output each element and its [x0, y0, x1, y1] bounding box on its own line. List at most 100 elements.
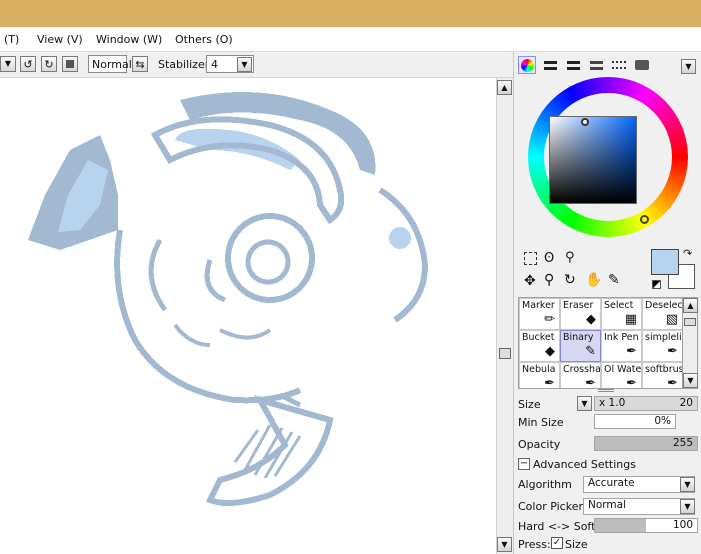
tool-grid-scrollbar[interactable]: ▲ ▼	[682, 297, 698, 389]
magic-wand-icon[interactable]: ⚲	[565, 250, 575, 265]
tool-deselect[interactable]: Deselect ▧	[642, 298, 683, 330]
size-multiplier: x 1.0	[599, 397, 626, 409]
softbrush-icon: ✒	[667, 376, 678, 389]
min-size-field[interactable]: 0%	[594, 414, 676, 429]
rotate-left-button[interactable]: ↺	[20, 56, 36, 72]
press-label: Press:	[518, 538, 551, 551]
algorithm-select[interactable]: Accurate	[583, 476, 695, 493]
tool-marker[interactable]: Marker ✏	[519, 298, 560, 330]
chevron-down-icon: ▼	[687, 376, 694, 385]
drawing-canvas[interactable]	[0, 78, 496, 554]
hand-icon[interactable]: ✋	[585, 272, 602, 288]
chevron-down-icon: ▼	[4, 59, 12, 68]
tool-label: Deselect	[645, 300, 683, 311]
nebula-icon: ✒	[544, 376, 555, 389]
tool-label: Ol Wate	[604, 364, 642, 375]
brush-icon: ✒	[667, 344, 678, 359]
tool-crosshatch[interactable]: Crosshat ✒	[560, 362, 601, 389]
brush-toolbar: ▼ ↺ ↻ Normal ⇆ Stabilizer 4 ▼	[0, 52, 513, 78]
tool-ink-pen[interactable]: Ink Pen ✒	[601, 330, 642, 362]
rect-select-icon[interactable]	[524, 252, 537, 265]
chevron-down-icon: ▼	[241, 60, 248, 69]
advanced-settings-label: Advanced Settings	[533, 458, 636, 471]
scratchpad-icon	[635, 60, 649, 70]
menu-item-view[interactable]: View (V)	[37, 33, 83, 46]
lasso-icon[interactable]: ʘ	[544, 251, 554, 266]
algorithm-label: Algorithm	[518, 478, 572, 491]
reset-view-button[interactable]	[62, 56, 78, 72]
panel-menu-button[interactable]: ▼	[681, 59, 696, 74]
hard-soft-label: Hard <-> Soft	[518, 520, 596, 533]
tool-eraser[interactable]: Eraser ◆	[560, 298, 601, 330]
tool-watercolor[interactable]: Ol Wate ✒	[601, 362, 642, 388]
size-dropdown-button[interactable]: ▼	[577, 396, 592, 411]
tool-label: simplelin	[645, 332, 682, 343]
size-field[interactable]: x 1.0 20	[594, 396, 698, 411]
blend-mode-select[interactable]: Normal	[88, 55, 132, 73]
color-wheel-tab[interactable]	[518, 56, 536, 74]
stabilizer-dropdown-button[interactable]: ▼	[237, 57, 252, 72]
scroll-thumb[interactable]	[499, 348, 511, 359]
palette-tab[interactable]	[610, 56, 628, 74]
face-outline	[114, 229, 302, 404]
face-right-outline	[378, 187, 429, 323]
opacity-slider[interactable]: 255	[594, 436, 698, 451]
crosshatch-icon: ✒	[585, 376, 596, 389]
algorithm-dropdown-button[interactable]: ▼	[680, 477, 695, 492]
highlight-dot	[389, 227, 411, 249]
rotate-right-button[interactable]: ↻	[41, 56, 57, 72]
tool-binary[interactable]: Binary ✎	[560, 330, 601, 362]
rgb-slider-tab[interactable]	[541, 56, 559, 74]
chevron-down-icon: ▼	[581, 399, 588, 408]
eyedropper-icon[interactable]: ✎	[608, 272, 620, 288]
chevron-down-icon: ▼	[684, 480, 691, 489]
min-size-label: Min Size	[518, 416, 564, 429]
sv-cursor	[581, 118, 589, 126]
color-picker-label: Color Picker	[518, 500, 583, 513]
tool-scroll-thumb[interactable]	[684, 318, 696, 326]
zoom-icon[interactable]: ⚲	[544, 272, 554, 288]
tool-scroll-up-button[interactable]: ▲	[683, 298, 698, 313]
main-color-swatch[interactable]	[651, 249, 679, 275]
advanced-settings-toggle[interactable]: −	[518, 458, 530, 470]
checkmark-icon: ✓	[552, 537, 562, 548]
tool-simpleline[interactable]: simplelin✒	[642, 330, 682, 362]
hsv-slider-icon	[566, 60, 580, 70]
swap-colors-icon[interactable]: ↷	[683, 247, 692, 260]
eye-small-curve	[204, 259, 227, 303]
tool-label: Eraser	[563, 300, 594, 311]
size-value: 20	[679, 397, 693, 409]
eye-left-curve	[148, 238, 168, 312]
tool-scroll-down-button[interactable]: ▼	[683, 373, 698, 388]
canvas-vertical-scrollbar[interactable]: ▲ ▼	[496, 78, 513, 554]
menu-item-window[interactable]: Window (W)	[96, 33, 162, 46]
tool-nebula[interactable]: Nebula ✒	[519, 362, 560, 389]
swatch-tab[interactable]	[587, 56, 605, 74]
reset-colors-icon[interactable]	[652, 280, 661, 289]
tool-bucket[interactable]: Bucket ◆	[519, 330, 560, 362]
press-size-checkbox[interactable]: ✓	[551, 537, 563, 549]
tool-softbrush[interactable]: softbrush✒	[642, 362, 682, 389]
hard-soft-slider[interactable]: 100	[594, 518, 698, 533]
scroll-up-button[interactable]: ▲	[497, 80, 512, 95]
hsv-slider-tab[interactable]	[564, 56, 582, 74]
chevron-up-icon: ▲	[501, 83, 508, 92]
flip-horizontal-button[interactable]: ⇆	[132, 56, 148, 72]
scroll-down-button[interactable]: ▼	[497, 537, 512, 552]
saturation-value-square[interactable]	[549, 116, 637, 204]
rotate-view-icon[interactable]: ↻	[564, 272, 576, 288]
eraser-icon: ◆	[586, 312, 596, 327]
stabilizer-label: Stabilizer	[158, 58, 210, 71]
move-icon[interactable]: ✥	[524, 273, 536, 289]
panel-resize-grip[interactable]	[598, 389, 614, 392]
tool-select[interactable]: Select ▦	[601, 298, 642, 330]
hard-soft-value: 100	[672, 519, 693, 531]
selection-dropdown-button[interactable]: ▼	[0, 56, 16, 72]
scratchpad-tab[interactable]	[633, 56, 651, 74]
menu-item-tools[interactable]: (T)	[4, 33, 19, 46]
bucket-icon: ◆	[545, 344, 555, 359]
color-picker-dropdown-button[interactable]: ▼	[680, 499, 695, 514]
mouth-line	[219, 328, 272, 340]
color-picker-select[interactable]: Normal	[583, 498, 695, 515]
menu-item-others[interactable]: Others (O)	[175, 33, 233, 46]
